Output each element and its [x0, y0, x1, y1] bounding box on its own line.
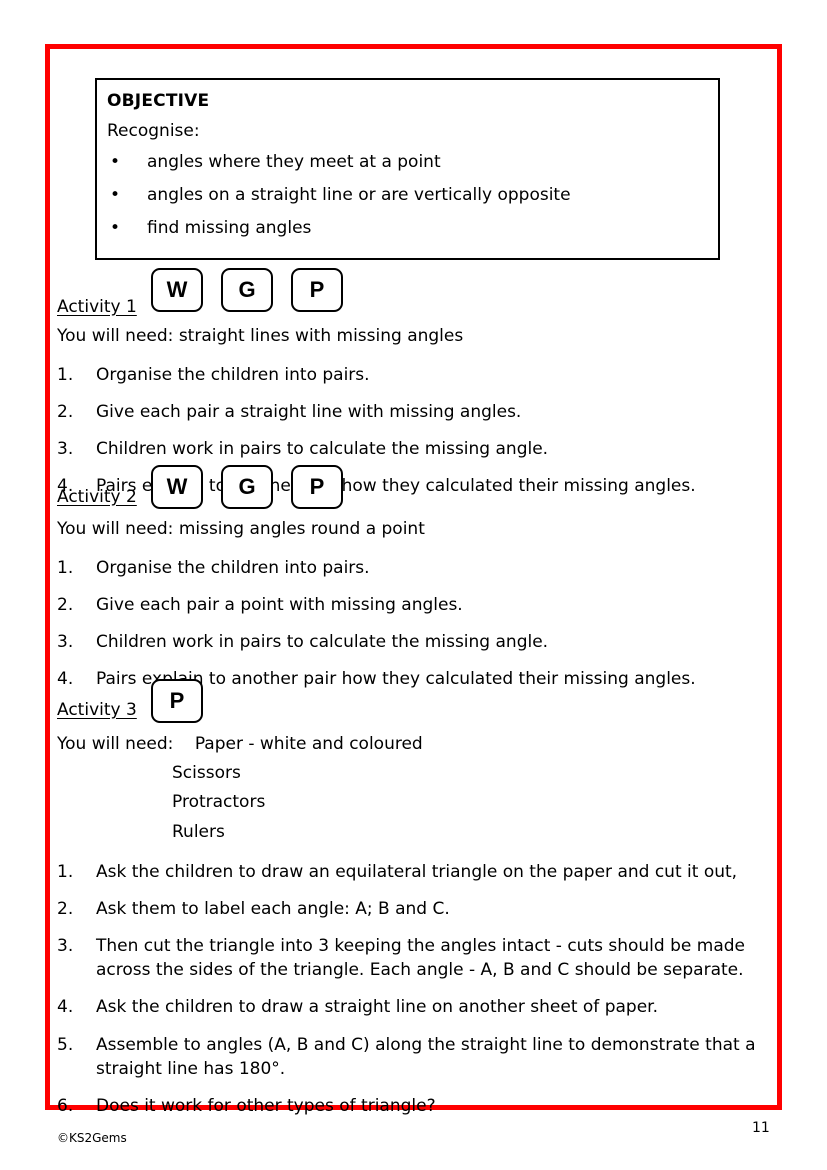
activity-2-steps: 1. Organise the children into pairs. 2. …: [57, 556, 772, 692]
activity-3-label: Activity 3: [57, 700, 137, 720]
activity-3-badges: P: [151, 679, 203, 723]
step-text: Give each pair a point with missing angl…: [96, 594, 463, 615]
step-number: 3.: [57, 438, 74, 459]
activity-1-materials-line: You will need: straight lines with missi…: [57, 324, 772, 350]
step-item: 4. Ask the children to draw a straight l…: [57, 995, 772, 1019]
need-label: You will need:: [57, 326, 174, 346]
step-item: 5. Assemble to angles (A, B and C) along…: [57, 1033, 772, 1081]
badge-w: W: [151, 465, 203, 509]
badge-w: W: [151, 268, 203, 312]
step-text: Then cut the triangle into 3 keeping the…: [96, 936, 745, 981]
step-text: Organise the children into pairs.: [96, 364, 370, 385]
objective-list-item: • angles on a straight line or are verti…: [107, 179, 708, 212]
step-number: 6.: [57, 1095, 74, 1116]
bullet-icon: •: [110, 184, 121, 205]
badge-p: P: [151, 679, 203, 723]
activity-2-section: Activity 2 W G P You will need: missing …: [57, 465, 772, 691]
step-text: Ask the children to draw a straight line…: [96, 997, 658, 1018]
material-item: Scissors: [172, 763, 241, 784]
objective-list: • angles where they meet at a point • an…: [107, 146, 708, 244]
step-item: 2. Give each pair a straight line with m…: [57, 400, 772, 424]
activity-3-header: Activity 3 P: [57, 678, 772, 730]
step-text: Ask the children to draw an equilateral …: [96, 861, 738, 882]
material-item-row: Rulers: [57, 818, 772, 847]
activity-1-section: Activity 1 W G P You will need: straight…: [57, 268, 772, 498]
activity-2-badges: W G P: [151, 465, 343, 509]
activity-1-label: Activity 1: [57, 297, 137, 317]
activity-3-steps: 1. Ask the children to draw an equilater…: [57, 860, 772, 1118]
objective-subtitle: Recognise:: [107, 120, 200, 141]
need-label: You will need:: [57, 734, 174, 754]
page-number: 11: [752, 1120, 770, 1136]
badge-g: G: [221, 465, 273, 509]
material-item: Paper - white and coloured: [194, 734, 423, 754]
step-item: 2. Ask them to label each angle: A; B an…: [57, 897, 772, 921]
step-item: 1. Ask the children to draw an equilater…: [57, 860, 772, 884]
step-number: 3.: [57, 631, 74, 652]
step-number: 1.: [57, 861, 74, 882]
step-item: 3. Children work in pairs to calculate t…: [57, 630, 772, 654]
activity-3-materials-list: You will need: Paper - white and coloure…: [57, 730, 772, 847]
activity-3-section: Activity 3 P You will need: Paper - whit…: [57, 678, 772, 1118]
step-number: 1.: [57, 364, 74, 385]
badge-p: P: [291, 268, 343, 312]
need-value: straight lines with missing angles: [178, 326, 464, 346]
step-text: Children work in pairs to calculate the …: [96, 631, 549, 652]
objective-title: OBJECTIVE: [107, 91, 210, 111]
step-text: Assemble to angles (A, B and C) along th…: [96, 1034, 756, 1079]
bullet-icon: •: [110, 152, 121, 173]
material-item: Rulers: [172, 821, 225, 842]
step-text: Organise the children into pairs.: [96, 557, 370, 578]
badge-g: G: [221, 268, 273, 312]
material-item-row: Scissors: [57, 759, 772, 788]
material-item: Protractors: [172, 792, 266, 813]
activity-2-materials-line: You will need: missing angles round a po…: [57, 517, 772, 543]
objective-box: OBJECTIVE Recognise: • angles where they…: [95, 78, 720, 261]
step-text: Give each pair a straight line with miss…: [96, 401, 522, 422]
step-item: 3. Children work in pairs to calculate t…: [57, 437, 772, 461]
activity-2-header: Activity 2 W G P: [57, 465, 772, 517]
step-item: 6. Does it work for other types of trian…: [57, 1094, 772, 1118]
need-label: You will need:: [57, 519, 174, 539]
step-item: 1. Organise the children into pairs.: [57, 363, 772, 387]
materials-first-line: You will need: Paper - white and coloure…: [57, 730, 772, 759]
step-number: 2.: [57, 401, 74, 422]
step-number: 2.: [57, 899, 74, 920]
activity-2-label: Activity 2: [57, 487, 137, 507]
step-number: 2.: [57, 594, 74, 615]
step-item: 3. Then cut the triangle into 3 keeping …: [57, 934, 772, 982]
step-text: Children work in pairs to calculate the …: [96, 438, 549, 459]
step-number: 1.: [57, 557, 74, 578]
step-item: 2. Give each pair a point with missing a…: [57, 593, 772, 617]
objective-item-label: angles on a straight line or are vertica…: [147, 184, 571, 205]
material-item-row: Protractors: [57, 788, 772, 817]
footer-copyright: ©KS2Gems: [57, 1131, 127, 1145]
objective-list-item: • find missing angles: [107, 212, 708, 245]
activity-1-badges: W G P: [151, 268, 343, 312]
step-text: Ask them to label each angle: A; B and C…: [96, 899, 450, 920]
step-number: 5.: [57, 1034, 74, 1055]
step-item: 1. Organise the children into pairs.: [57, 556, 772, 580]
step-number: 4.: [57, 997, 74, 1018]
need-value: missing angles round a point: [178, 519, 425, 539]
bullet-icon: •: [110, 217, 121, 238]
step-text: Does it work for other types of triangle…: [96, 1095, 436, 1116]
objective-item-label: find missing angles: [147, 217, 312, 238]
badge-p: P: [291, 465, 343, 509]
objective-item-label: angles where they meet at a point: [147, 152, 441, 173]
objective-list-item: • angles where they meet at a point: [107, 146, 708, 179]
step-number: 3.: [57, 936, 74, 957]
activity-1-header: Activity 1 W G P: [57, 268, 772, 324]
